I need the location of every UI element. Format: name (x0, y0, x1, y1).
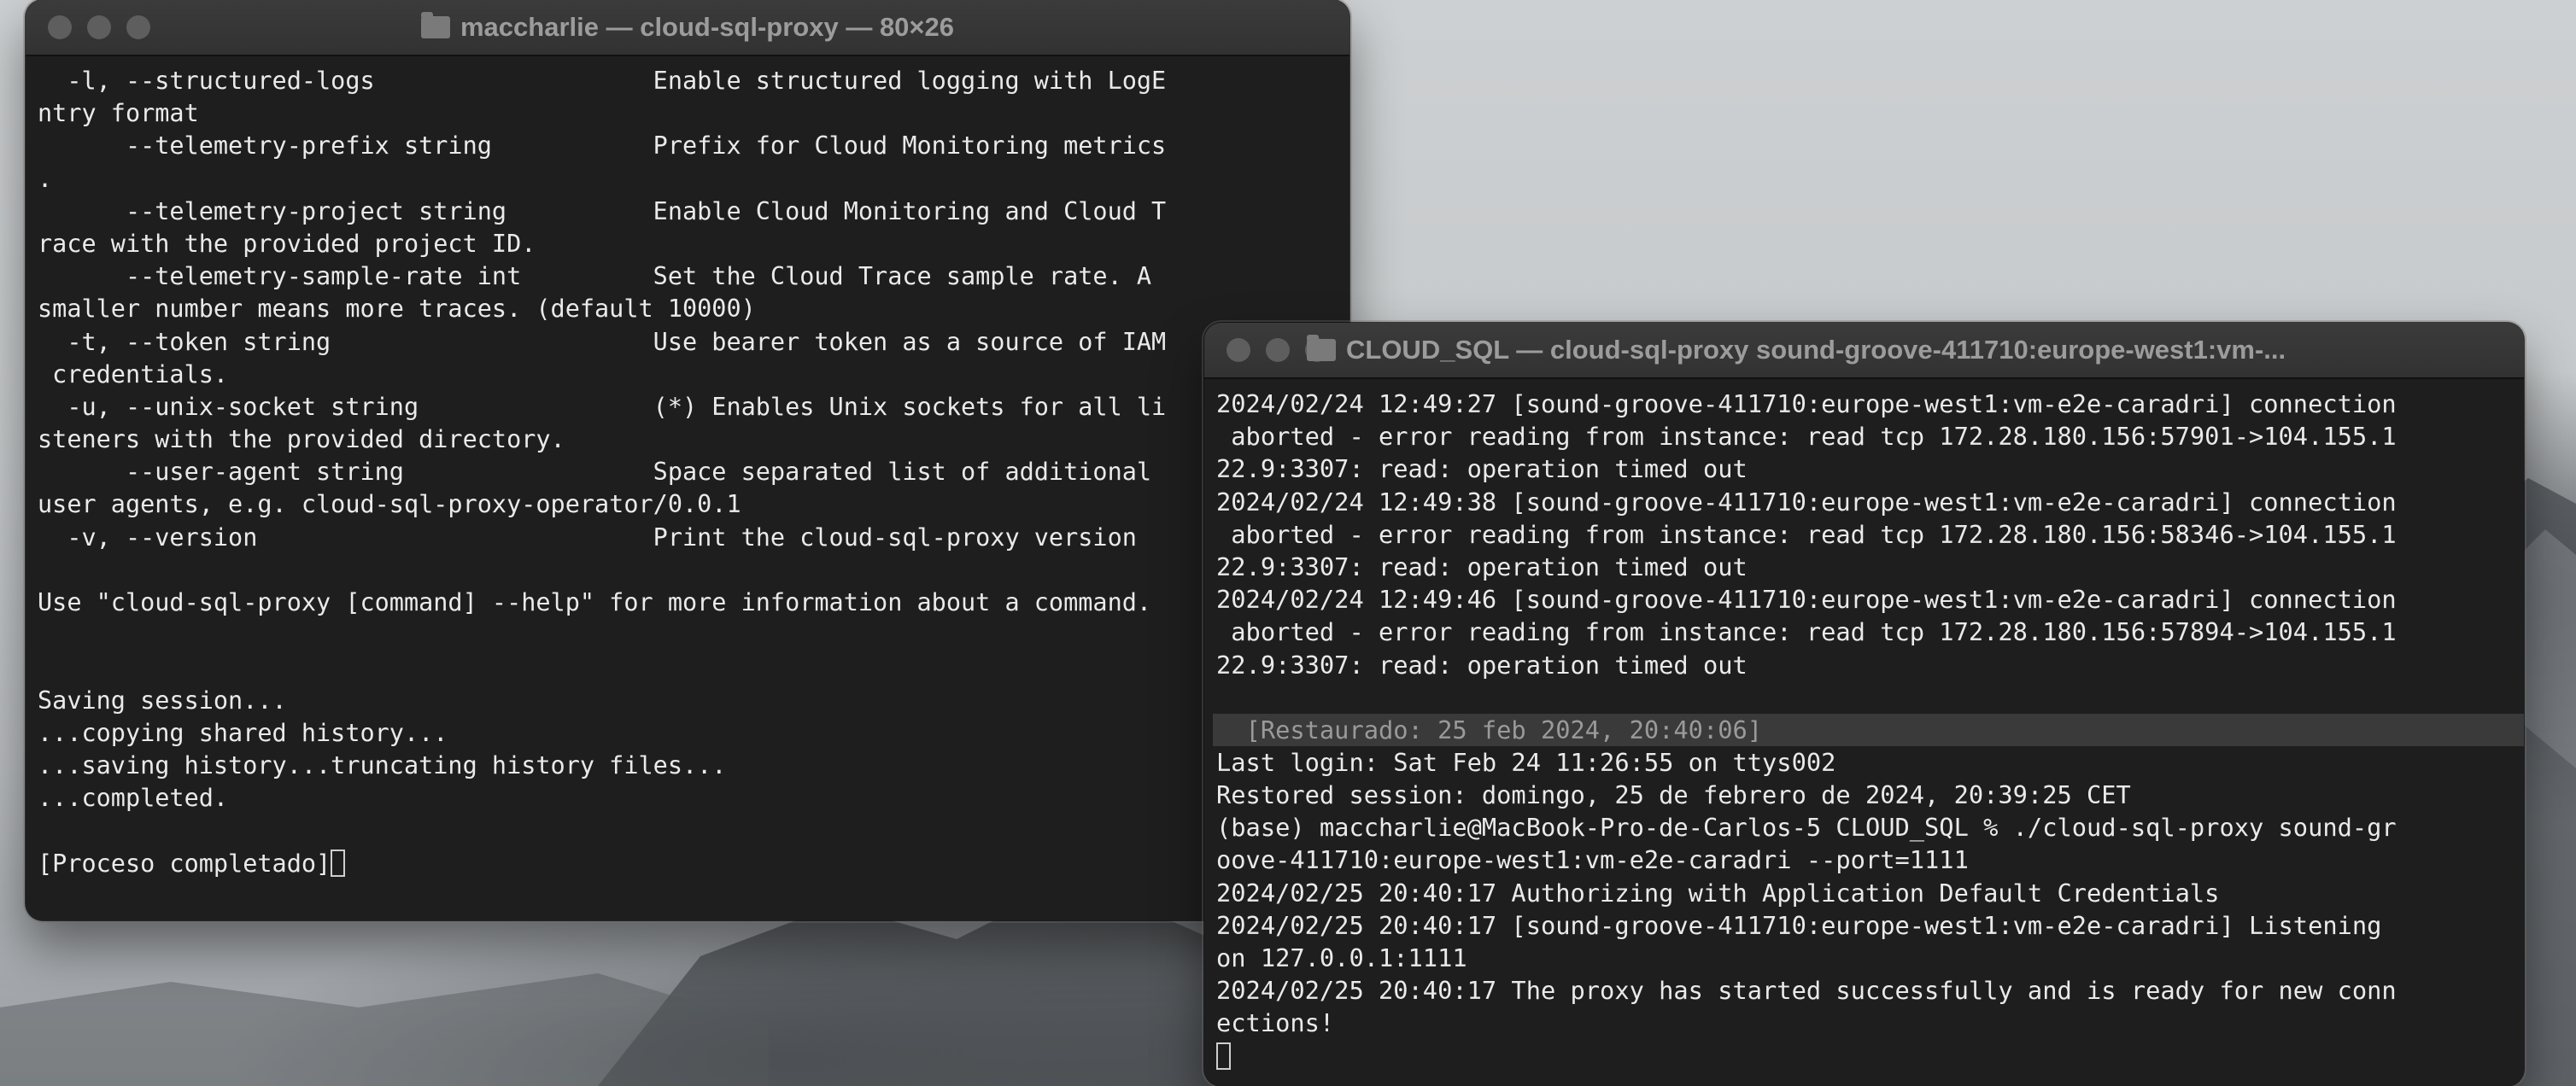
terminal-line: smaller number means more traces. (defau… (38, 295, 756, 324)
close-window-button[interactable] (48, 15, 72, 39)
terminal-line: aborted - error reading from instance: r… (1216, 519, 2397, 549)
terminal-line: -v, --version Print the cloud-sql-proxy … (38, 523, 1137, 552)
terminal-line: race with the provided project ID. (38, 229, 536, 258)
minimize-window-button[interactable] (1266, 338, 1290, 362)
terminal-line: --user-agent string Space separated list… (38, 458, 1152, 487)
zoom-window-button[interactable] (1305, 338, 1329, 362)
terminal-line: Saving session... (38, 686, 287, 715)
window-controls (1227, 338, 1329, 362)
terminal-line: 2024/02/24 12:49:46 [sound-groove-411710… (1216, 585, 2397, 615)
terminal-line: credentials. (38, 359, 229, 388)
terminal-line: user agents, e.g. cloud-sql-proxy-operat… (38, 490, 741, 519)
terminal-line-final: [Proceso completado] (38, 848, 1349, 880)
terminal-line: 2024/02/25 20:40:17 Authorizing with App… (1216, 878, 2220, 908)
terminal-line: 2024/02/24 12:49:38 [sound-groove-411710… (1216, 487, 2397, 517)
folder-icon (420, 12, 450, 38)
window-title-text: maccharlie — cloud-sql-proxy — 80×26 (460, 12, 955, 42)
terminal-line: -t, --token string Use bearer token as a… (38, 327, 1167, 356)
terminal-line: 22.9:3307: read: operation timed out (1216, 552, 1748, 581)
terminal-line: ...completed. (38, 784, 229, 813)
title-bar[interactable]: CLOUD_SQL — cloud-sql-proxy sound-groove… (1204, 323, 2524, 379)
terminal-line: (base) maccharlie@MacBook-Pro-de-Carlos-… (1216, 813, 2397, 843)
text-cursor (1216, 1042, 1231, 1070)
terminal-line: Restored session: domingo, 25 de febrero… (1216, 780, 2131, 810)
process-completed-text: [Proceso completado] (38, 849, 331, 878)
close-window-button[interactable] (1227, 338, 1250, 362)
minimize-window-button[interactable] (87, 15, 111, 39)
terminal-window-cloud-sql[interactable]: CLOUD_SQL — cloud-sql-proxy sound-groove… (1204, 323, 2524, 1086)
terminal-line: . (38, 164, 53, 193)
terminal-output[interactable]: -l, --structured-logs Enable structured … (26, 56, 1349, 880)
terminal-line: ...saving history...truncating history f… (38, 750, 727, 779)
terminal-line: Use "cloud-sql-proxy [command] --help" f… (38, 588, 1152, 616)
window-title-text: CLOUD_SQL — cloud-sql-proxy sound-groove… (1346, 335, 2286, 365)
terminal-line: 22.9:3307: read: operation timed out (1216, 454, 1748, 484)
text-cursor (331, 849, 346, 877)
terminal-line: steners with the provided directory. (38, 425, 565, 454)
terminal-line: 22.9:3307: read: operation timed out (1216, 650, 1748, 680)
window-title: maccharlie — cloud-sql-proxy — 80×26 (26, 0, 1349, 55)
zoom-window-button[interactable] (126, 15, 150, 39)
title-bar[interactable]: maccharlie — cloud-sql-proxy — 80×26 (26, 0, 1349, 56)
terminal-line: 2024/02/24 12:49:27 [sound-groove-411710… (1216, 389, 2397, 418)
terminal-line: ntry format (38, 99, 199, 128)
terminal-line: Last login: Sat Feb 24 11:26:55 on ttys0… (1216, 747, 1836, 777)
terminal-line: -l, --structured-logs Enable structured … (38, 67, 1167, 95)
terminal-window-maccharlie[interactable]: maccharlie — cloud-sql-proxy — 80×26 -l,… (26, 0, 1349, 920)
terminal-line: oove-411710:europe-west1:vm-e2e-caradri … (1216, 845, 1969, 875)
window-title: CLOUD_SQL — cloud-sql-proxy sound-groove… (1204, 323, 2524, 377)
terminal-line: aborted - error reading from instance: r… (1216, 617, 2397, 647)
terminal-line: 2024/02/25 20:40:17 The proxy has starte… (1216, 976, 2397, 1006)
terminal-output[interactable]: 2024/02/24 12:49:27 [sound-groove-411710… (1204, 379, 2524, 1072)
terminal-prompt-line[interactable] (1216, 1040, 2524, 1072)
terminal-line: aborted - error reading from instance: r… (1216, 422, 2397, 452)
terminal-line: -u, --unix-socket string (*) Enables Uni… (38, 392, 1167, 421)
terminal-line: on 127.0.0.1:1111 (1216, 943, 1467, 972)
terminal-line: --telemetry-project string Enable Cloud … (38, 196, 1167, 225)
terminal-line: --telemetry-prefix string Prefix for Clo… (38, 131, 1167, 161)
window-controls (48, 15, 150, 39)
terminal-line: ections! (1216, 1008, 1335, 1038)
terminal-line: 2024/02/25 20:40:17 [sound-groove-411710… (1216, 910, 2382, 940)
terminal-line: --telemetry-sample-rate int Set the Clou… (38, 262, 1152, 291)
terminal-line: ...copying shared history... (38, 718, 448, 747)
session-restored-banner: [Restaurado: 25 feb 2024, 20:40:06] (1213, 713, 2524, 746)
